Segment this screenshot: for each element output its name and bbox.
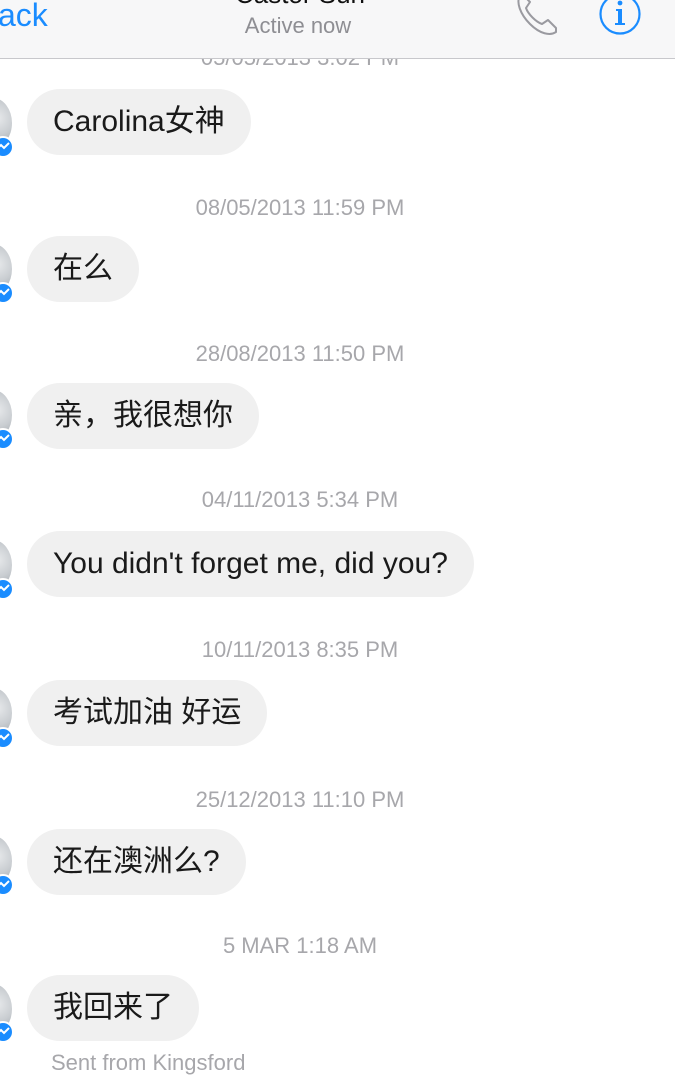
message-timestamp: 25/12/2013 11:10 PM [195, 787, 405, 812]
messenger-icon [0, 428, 14, 450]
message-timestamp: 08/05/2013 11:59 PM [195, 195, 405, 220]
message-bubble[interactable]: You didn't forget me, did you? [27, 531, 474, 597]
messenger-icon [0, 136, 14, 158]
message-bubble[interactable]: 亲，我很想你 [27, 383, 259, 449]
messenger-icon [0, 1021, 14, 1043]
phone-icon [517, 0, 557, 35]
back-button[interactable]: ack [0, 0, 48, 34]
message-list[interactable]: 05/05/2013 3:02 PM Carolina女神 08/05/2013… [0, 0, 675, 1080]
info-button[interactable] [598, 0, 642, 36]
message-bubble[interactable]: 我回来了 [27, 975, 199, 1041]
messenger-icon [0, 874, 14, 896]
nav-bar: ack Castor Sun Active now [0, 0, 675, 59]
messenger-icon [0, 578, 14, 600]
message-bubble[interactable]: Carolina女神 [27, 89, 251, 155]
chat-screen: 05/05/2013 3:02 PM Carolina女神 08/05/2013… [0, 0, 675, 1080]
contact-name[interactable]: Castor Sun [200, 0, 400, 8]
message-timestamp: 10/11/2013 8:35 PM [201, 637, 399, 662]
message-timestamp: 5 MAR 1:18 AM [222, 933, 378, 958]
info-icon [599, 0, 641, 35]
messenger-icon [0, 727, 14, 749]
sent-location-note: Sent from Kingsford [51, 1050, 246, 1075]
contact-status: Active now [244, 13, 352, 38]
message-timestamp: 04/11/2013 5:34 PM [201, 487, 399, 512]
message-bubble[interactable]: 考试加油 好运 [27, 680, 268, 746]
message-bubble[interactable]: 在么 [27, 236, 139, 302]
messenger-icon [0, 282, 14, 304]
message-bubble[interactable]: 还在澳洲么? [27, 829, 246, 895]
call-button[interactable] [510, 0, 562, 38]
message-timestamp: 28/08/2013 11:50 PM [195, 341, 405, 366]
